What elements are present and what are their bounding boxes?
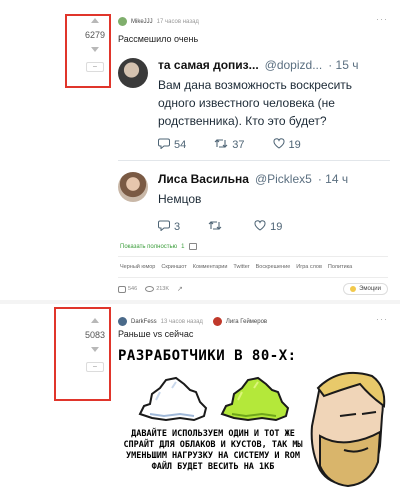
tweet-handle: @dopizd... [264, 58, 323, 72]
divider [118, 256, 388, 257]
like-count: 19 [288, 139, 301, 151]
show-full-link[interactable]: Показать полностью 1 [120, 243, 197, 250]
meme-text: ДАВАЙТЕ ИСПОЛЬЗУЕМ ОДИН И ТОТ ЖЕ СПРАЙТ … [123, 429, 303, 472]
post-meta: MikeJJJ 17 часов назад [118, 17, 199, 26]
post-card: 5083 – DarkFess 13 часов назад Лига Гейм… [0, 304, 400, 491]
tag[interactable]: Черный юмор [120, 264, 155, 270]
tag[interactable]: Политика [328, 264, 352, 270]
tweet-actions: 54 37 19 [158, 138, 390, 152]
meme-caption: РАЗРАБОТЧИКИ В 80-Х: [118, 348, 297, 364]
tweet-avatar [118, 58, 148, 88]
heart-icon [254, 220, 266, 234]
author-avatar[interactable] [118, 317, 127, 326]
more-options-icon[interactable]: ··· [376, 314, 388, 324]
heart-icon [273, 138, 285, 152]
tweet-handle: @Picklex5 [254, 172, 312, 186]
tweet-card: та самая допиз... @dopizd... · 15 ч Вам … [118, 58, 390, 152]
post-meta: DarkFess 13 часов назад Лига Геймеров [118, 317, 267, 326]
tag[interactable]: Комментарии [193, 264, 228, 270]
tag[interactable]: Twitter [233, 264, 249, 270]
post-time: 13 часов назад [160, 318, 203, 325]
image-icon [188, 243, 197, 250]
tag-list: Черный юмор Скриншот Комментарии Twitter… [120, 264, 352, 270]
tweet-time: · 15 ч [328, 58, 359, 72]
rating-score: 5083 [84, 330, 106, 340]
comment-icon [118, 285, 126, 293]
community-icon [212, 317, 222, 326]
more-options-icon[interactable]: ··· [376, 14, 388, 24]
comments-button[interactable]: 546 [118, 285, 138, 293]
post-title[interactable]: Рассмешило очень [118, 34, 198, 44]
tag[interactable]: Скриншот [161, 264, 186, 270]
reply-icon [158, 220, 170, 234]
emoji-icon [350, 286, 357, 292]
retweet-count: 37 [232, 139, 245, 151]
reply-icon [158, 138, 170, 152]
sprite-pair [138, 376, 290, 422]
author-name[interactable]: MikeJJJ [131, 19, 153, 25]
tag[interactable]: Воскрешение [256, 264, 291, 270]
post-card: 6279 – MikeJJJ 17 часов назад ··· Рассме… [0, 0, 400, 300]
minus-button[interactable]: – [86, 62, 104, 72]
author-name[interactable]: DarkFess [131, 319, 157, 325]
show-full-count: 1 [181, 243, 185, 250]
tweet-time: · 14 ч [317, 172, 349, 186]
reply-count: 3 [174, 221, 181, 233]
tweet-actions: 3 19 [158, 220, 348, 234]
retweet-icon [214, 138, 228, 152]
tweet-divider [118, 160, 390, 161]
eye-icon [145, 286, 155, 292]
reply-count: 54 [174, 139, 187, 151]
tag[interactable]: Игра слов [296, 264, 322, 270]
tweet-author-name: Лиса Васильна [158, 172, 249, 186]
vote-column: 5083 – [80, 318, 110, 372]
post-title[interactable]: Раньше vs сейчас [118, 329, 193, 339]
bush-sprite [220, 376, 290, 422]
views-indicator: 213K [145, 286, 169, 292]
downvote-icon[interactable] [91, 347, 99, 352]
post-time: 17 часов назад [156, 18, 199, 25]
upvote-icon[interactable] [91, 18, 99, 23]
author-avatar[interactable] [118, 17, 127, 26]
community-name[interactable]: Лига Геймеров [226, 319, 267, 325]
comments-count: 546 [128, 286, 138, 292]
tweet-text: Немцов [158, 192, 202, 206]
emotions-button[interactable]: Эмоции [343, 283, 388, 295]
share-icon[interactable]: ↗ [177, 285, 183, 293]
divider [118, 277, 388, 278]
downvote-icon[interactable] [91, 47, 99, 52]
vote-column: 6279 – [80, 18, 110, 72]
tweet-author-name: та самая допиз... [158, 58, 259, 72]
tweet-avatar [118, 172, 148, 202]
cloud-sprite [138, 376, 208, 422]
minus-button[interactable]: – [86, 362, 104, 372]
show-full-label: Показать полностью [120, 243, 178, 250]
emotions-label: Эмоции [359, 286, 381, 292]
views-count: 213K [156, 286, 170, 292]
rating-score: 6279 [84, 30, 106, 40]
retweet-icon [208, 220, 222, 234]
chad-face-illustration [310, 372, 386, 488]
tweet-text: Вам дана возможность воскресить одного и… [158, 78, 353, 128]
tweet-card: Лиса Васильна @Picklex5 · 14 ч Немцов 3 … [118, 172, 390, 234]
like-count: 19 [270, 221, 283, 233]
upvote-icon[interactable] [91, 318, 99, 323]
